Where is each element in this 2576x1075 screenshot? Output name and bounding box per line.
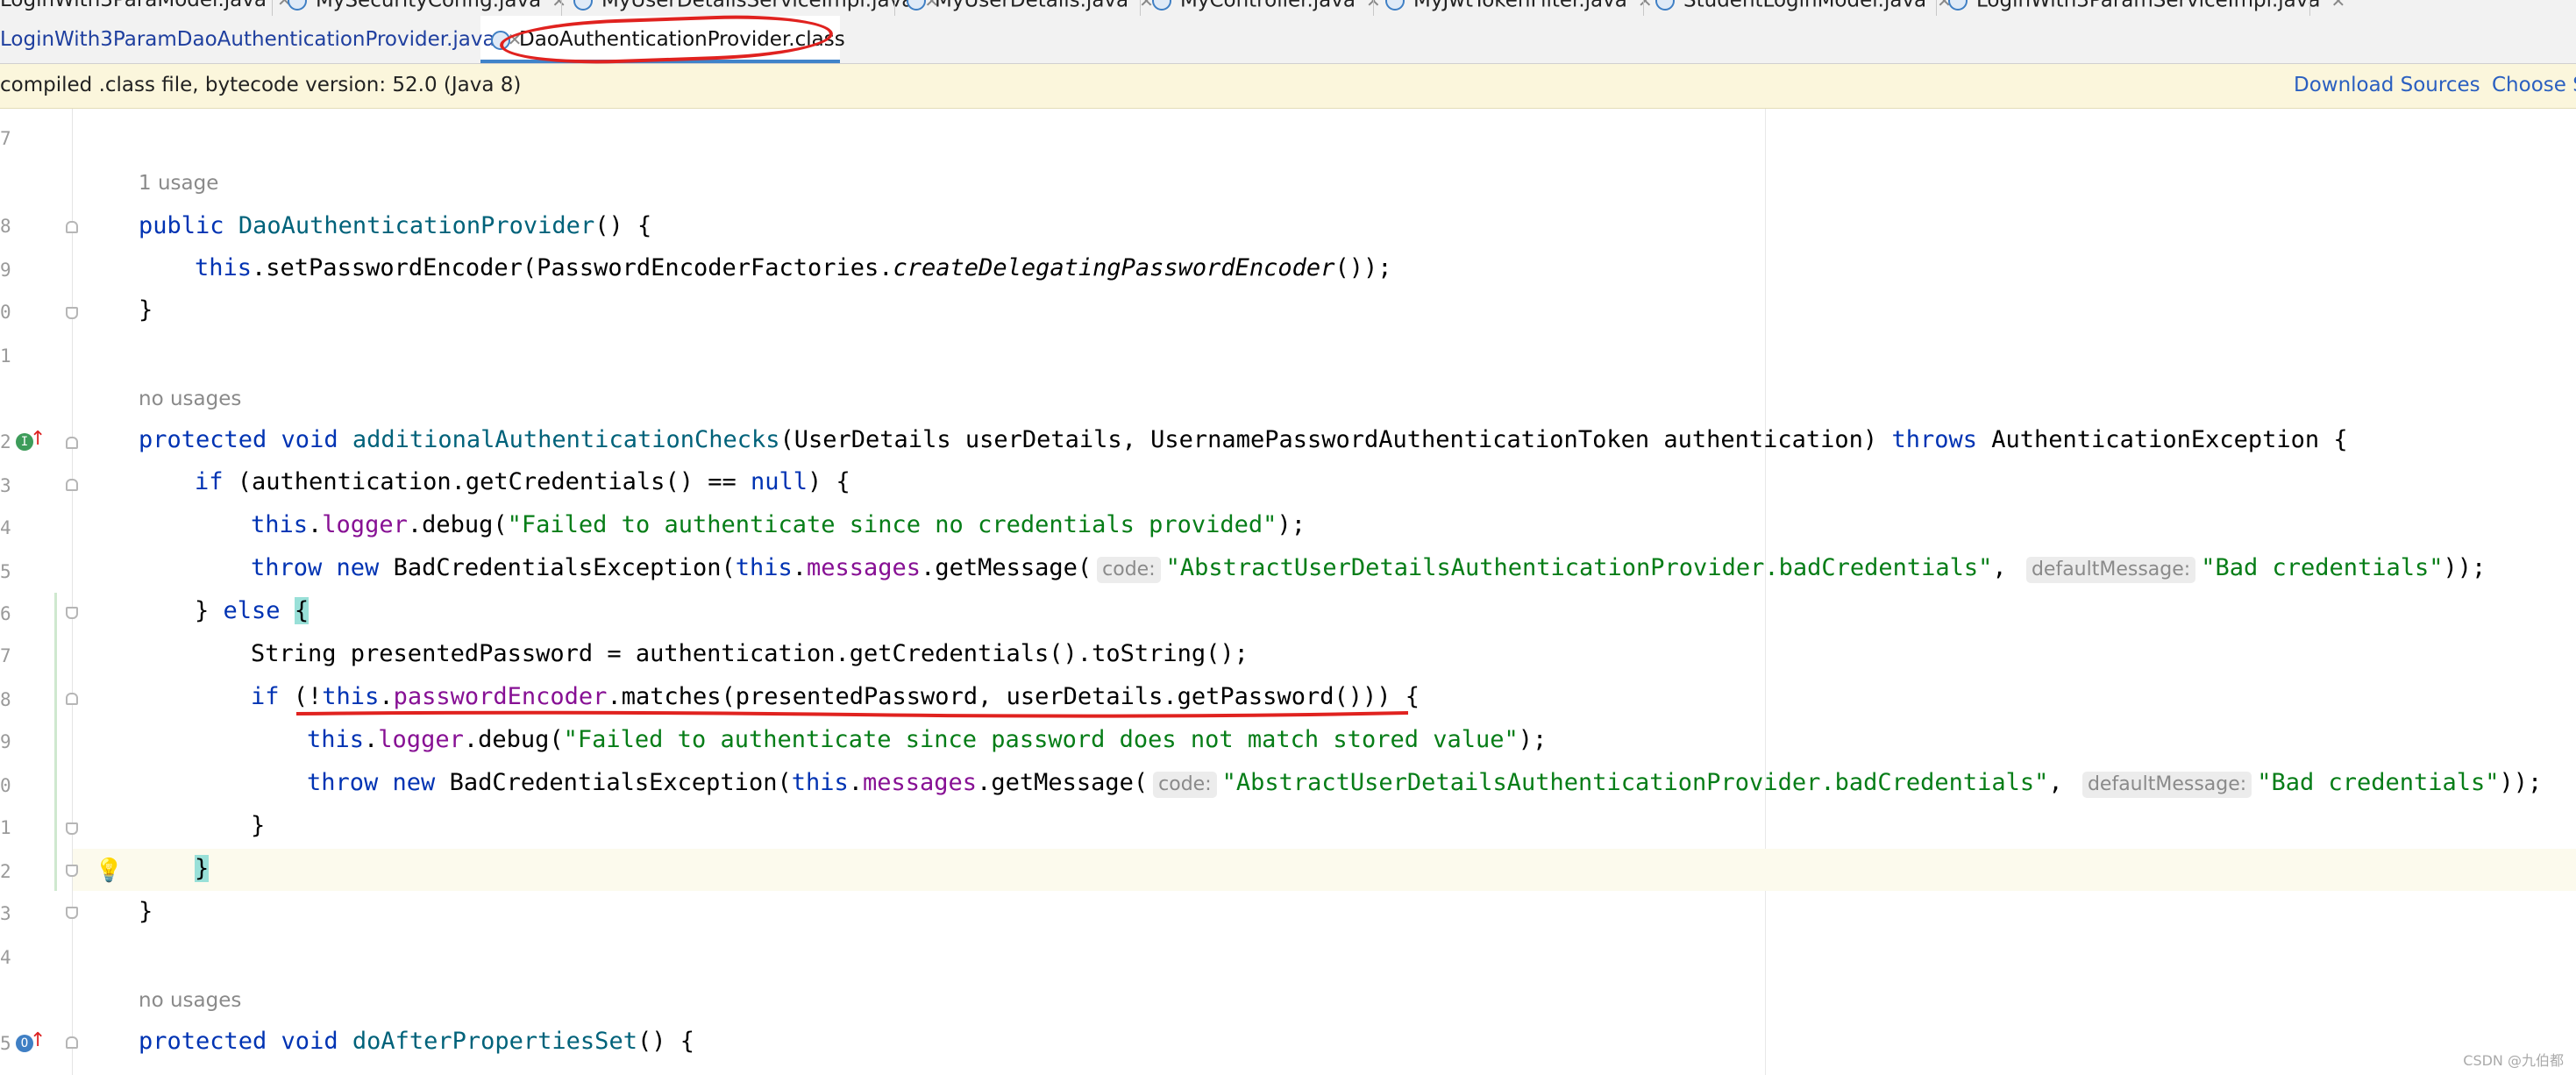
fold-marker[interactable]: [66, 907, 78, 919]
param-hint: defaultMessage:: [2025, 557, 2196, 583]
code-line[interactable]: this.logger.debug("Failed to authenticat…: [251, 509, 1306, 541]
line-number: 2: [0, 861, 11, 882]
tab-separator: [1373, 0, 1374, 16]
class-icon: [1385, 0, 1405, 11]
line-number: 3: [0, 903, 11, 924]
fold-marker[interactable]: [66, 865, 78, 877]
tab-label: MyController.java: [1180, 0, 1356, 12]
tab-label: MyUserDetailsServiceImpl.java: [601, 0, 914, 12]
caret-line-highlight: [73, 849, 2576, 891]
class-icon: [1655, 0, 1675, 11]
tab-label: MyJwtTokenFilter.java: [1413, 0, 1627, 12]
red-annotation-underline: [295, 710, 1409, 718]
param-hint: code:: [1153, 772, 1217, 798]
code-line[interactable]: String presentedPassword = authenticatio…: [251, 638, 1249, 670]
tab-separator: [1140, 0, 1141, 16]
line-number: 4: [0, 517, 11, 538]
class-icon: [1152, 0, 1171, 11]
notice-text: compiled .class file, bytecode version: …: [0, 74, 522, 96]
tab-separator: [272, 0, 273, 16]
tab-myuserdetails[interactable]: MyUserDetails.java ✕: [907, 0, 1154, 11]
class-icon: [573, 0, 593, 11]
fold-marker[interactable]: [66, 607, 78, 619]
tab-separator: [561, 0, 562, 16]
tab-loginwith3paramdaoauthprovider[interactable]: LoginWith3ParamDaoAuthenticationProvider…: [0, 28, 522, 51]
tab-myjwttokenfilter[interactable]: MyJwtTokenFilter.java ✕: [1385, 0, 1653, 11]
usage-hint[interactable]: no usages: [139, 989, 241, 1012]
code-line[interactable]: this.logger.debug("Failed to authenticat…: [307, 724, 1547, 756]
download-sources-link[interactable]: Download Sources: [2294, 74, 2480, 96]
override-arrow-icon[interactable]: ↑: [30, 430, 46, 449]
line-number: 8: [0, 216, 11, 237]
line-number: 3: [0, 475, 11, 496]
line-number: 0: [0, 302, 11, 323]
tab-separator: [2309, 0, 2310, 16]
override-arrow-icon[interactable]: ↑: [30, 1031, 46, 1050]
line-number: 2: [0, 431, 11, 452]
tab-separator: [1643, 0, 1644, 16]
fold-marker[interactable]: [66, 221, 78, 233]
watermark: CSDN @九伯都: [2463, 1052, 2564, 1069]
line-number: 7: [0, 128, 11, 149]
right-margin-guide: [1765, 109, 1766, 1075]
tab-label: StudentLoginModel.java: [1683, 0, 1927, 12]
tab-label: LoginWith3ParamServiceImpl.java: [1976, 0, 2321, 12]
line-number: 1: [0, 345, 11, 367]
tab-loginwith3paramserviceimpl[interactable]: LoginWith3ParamServiceImpl.java ✕: [1948, 0, 2345, 11]
param-hint: code:: [1097, 557, 1161, 583]
tab-separator: [894, 0, 895, 16]
line-number: 7: [0, 645, 11, 666]
usage-hint[interactable]: no usages: [139, 388, 241, 410]
choose-sources-link[interactable]: Choose Sources...: [2492, 74, 2576, 96]
code-line[interactable]: protected void doAfterPropertiesSet() {: [139, 1026, 694, 1057]
fold-marker[interactable]: [66, 437, 78, 449]
code-line[interactable]: this.setPasswordEncoder(PasswordEncoderF…: [195, 253, 1391, 284]
decompiled-notice-bar: compiled .class file, bytecode version: …: [0, 64, 2576, 109]
code-line[interactable]: public DaoAuthenticationProvider() {: [139, 210, 651, 242]
code-line[interactable]: }: [251, 810, 265, 842]
tab-loginwith3paramodel[interactable]: LoginWith3ParaModel.java ✕: [0, 0, 292, 11]
code-line[interactable]: throw new BadCredentialsException(this.m…: [307, 767, 2542, 799]
close-icon[interactable]: ✕: [1638, 0, 1653, 11]
tab-label: LoginWith3ParamDaoAuthenticationProvider…: [0, 28, 495, 51]
fold-marker[interactable]: [66, 693, 78, 705]
fold-marker[interactable]: [66, 307, 78, 319]
line-number: 4: [0, 947, 11, 968]
tab-separator: [1936, 0, 1937, 16]
usage-hint[interactable]: 1 usage: [139, 172, 218, 195]
code-line[interactable]: if (authentication.getCredentials() == n…: [195, 466, 850, 498]
line-number: 1: [0, 817, 11, 838]
code-line[interactable]: protected void additionalAuthenticationC…: [139, 424, 2348, 456]
fold-marker[interactable]: [66, 479, 78, 491]
tab-label: MyUserDetails.java: [935, 0, 1129, 12]
code-line[interactable]: } else {: [195, 595, 310, 627]
line-number: 0: [0, 775, 11, 796]
tab-myuserdetailsserviceimpl[interactable]: MyUserDetailsServiceImpl.java ✕: [573, 0, 939, 11]
fold-marker[interactable]: [66, 1036, 78, 1049]
line-number: 8: [0, 689, 11, 710]
gutter-divider: [72, 109, 73, 1075]
lightbulb-icon[interactable]: 💡: [95, 858, 123, 884]
code-line[interactable]: }: [139, 295, 153, 326]
tab-studentloginmodel[interactable]: StudentLoginModel.java ✕: [1655, 0, 1952, 11]
param-hint: defaultMessage:: [2081, 772, 2252, 798]
line-number: 9: [0, 260, 11, 281]
tab-label: MySecurityConfig.java: [316, 0, 542, 12]
tab-mysecurityconfig[interactable]: MySecurityConfig.java ✕: [288, 0, 566, 11]
line-number: 6: [0, 603, 11, 624]
close-icon[interactable]: ✕: [551, 0, 566, 11]
fold-marker[interactable]: [66, 822, 78, 835]
tab-mycontroller[interactable]: MyController.java✕: [1152, 0, 1381, 11]
close-icon[interactable]: ✕: [2330, 0, 2345, 11]
editor-tabs-row-1: LoginWith3ParaModel.java ✕ MySecurityConf…: [0, 0, 2576, 16]
line-number: 5: [0, 1033, 11, 1054]
vcs-change-marker: [54, 593, 57, 891]
line-number: 5: [0, 561, 11, 582]
line-number: 9: [0, 731, 11, 752]
code-line[interactable]: }: [195, 853, 210, 885]
tab-label: LoginWith3ParaModel.java: [0, 0, 267, 11]
code-line[interactable]: throw new BadCredentialsException(this.m…: [251, 552, 2486, 584]
editor-gutter: [0, 109, 72, 1075]
code-line[interactable]: }: [139, 896, 153, 928]
